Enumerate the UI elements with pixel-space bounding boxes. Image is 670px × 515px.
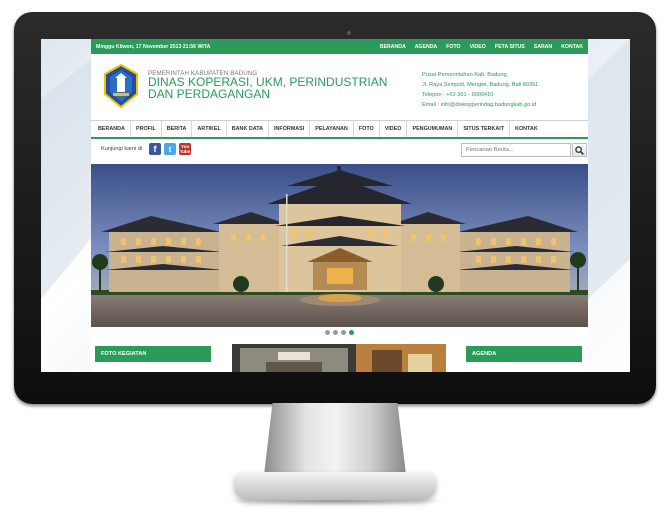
twitter-icon[interactable]: t xyxy=(164,143,176,155)
site-header: PEMERINTAH KABUPATEN BADUNG DINAS KOPERA… xyxy=(91,54,588,120)
top-link-video[interactable]: VIDEO xyxy=(470,44,486,50)
top-link-foto[interactable]: FOTO xyxy=(446,44,460,50)
main-navigation: BERANDA PROFIL BERITA ARTIKEL BANK DATA … xyxy=(91,120,588,139)
nav-item-kontak[interactable]: KONTAK xyxy=(510,121,543,137)
contact-info: Pusat Pemerintahan Kab. Badung, Jl. Raya… xyxy=(422,70,538,110)
top-bar: Minggu Kliwon, 17 November 2013 21:56 WI… xyxy=(91,39,588,54)
monitor-stand-base xyxy=(234,472,436,500)
follow-label: Kunjungi kami di xyxy=(101,146,143,152)
nav-item-informasi[interactable]: INFORMASI xyxy=(269,121,311,137)
slider-dot-4[interactable] xyxy=(349,330,354,335)
youtube-icon[interactable]: You Tube xyxy=(179,143,191,155)
top-link-agenda[interactable]: AGENDA xyxy=(415,44,437,50)
nav-item-video[interactable]: VIDEO xyxy=(380,121,408,137)
content-row: FOTO KEGIATAN AGENDA xyxy=(91,344,588,372)
nav-item-pelayanan[interactable]: PELAYANAN xyxy=(310,121,354,137)
contact-address-line-2: Jl. Raya Sempidi, Mengwi, Badung, Bali 8… xyxy=(422,82,539,88)
search-input[interactable] xyxy=(461,143,571,157)
slider-dot-2[interactable] xyxy=(333,330,338,335)
slider-dot-1[interactable] xyxy=(325,330,330,335)
youtube-glyph-bottom: Tube xyxy=(179,149,191,154)
top-link-saran[interactable]: SARAN xyxy=(534,44,552,50)
nav-item-situs-terkait[interactable]: SITUS TERKAIT xyxy=(458,121,511,137)
org-title: DINAS KOPERASI, UKM, PERINDUSTRIAN DAN P… xyxy=(148,75,388,101)
slide-image-government-building xyxy=(91,164,588,327)
search-icon xyxy=(575,145,584,155)
slider-pagination xyxy=(91,330,588,335)
regency-logo[interactable] xyxy=(101,64,141,108)
top-link-beranda[interactable]: BERANDA xyxy=(380,44,406,50)
social-search-row: Kunjungi kami di f t You Tube xyxy=(91,139,588,162)
hero-slider[interactable] xyxy=(91,164,588,327)
news-thumbnails[interactable] xyxy=(232,344,446,372)
search-button[interactable] xyxy=(572,143,587,157)
nav-item-beranda[interactable]: BERANDA xyxy=(93,121,131,137)
contact-phone: Telepon : +62 361 - 9009410 xyxy=(422,92,494,98)
webcam xyxy=(347,31,351,35)
current-date: Minggu Kliwon, 17 November 2013 21:56 WI… xyxy=(96,43,211,50)
slider-dot-3[interactable] xyxy=(341,330,346,335)
top-links: BERANDA AGENDA FOTO VIDEO PETA SITUS SAR… xyxy=(380,44,583,50)
facebook-icon[interactable]: f xyxy=(149,143,161,155)
nav-item-pengumuman[interactable]: PENGUMUMAN xyxy=(407,121,459,137)
agenda-header: AGENDA xyxy=(466,346,582,362)
monitor-stand-neck xyxy=(264,403,406,475)
contact-address-line-1: Pusat Pemerintahan Kab. Badung, xyxy=(422,72,509,78)
website-page: Minggu Kliwon, 17 November 2013 21:56 WI… xyxy=(91,39,588,372)
nav-item-profil[interactable]: PROFIL xyxy=(131,121,162,137)
screen: Minggu Kliwon, 17 November 2013 21:56 WI… xyxy=(41,39,630,372)
top-link-kontak[interactable]: KONTAK xyxy=(561,44,583,50)
foto-kegiatan-header: FOTO KEGIATAN xyxy=(95,346,211,362)
nav-item-artikel[interactable]: ARTIKEL xyxy=(192,121,227,137)
contact-email[interactable]: Email : info@diskopperindag.badungkab.go… xyxy=(422,100,538,110)
nav-item-berita[interactable]: BERITA xyxy=(162,121,193,137)
nav-item-foto[interactable]: FOTO xyxy=(354,121,380,137)
nav-item-bank-data[interactable]: BANK DATA xyxy=(227,121,270,137)
top-link-peta-situs[interactable]: PETA SITUS xyxy=(495,44,525,50)
